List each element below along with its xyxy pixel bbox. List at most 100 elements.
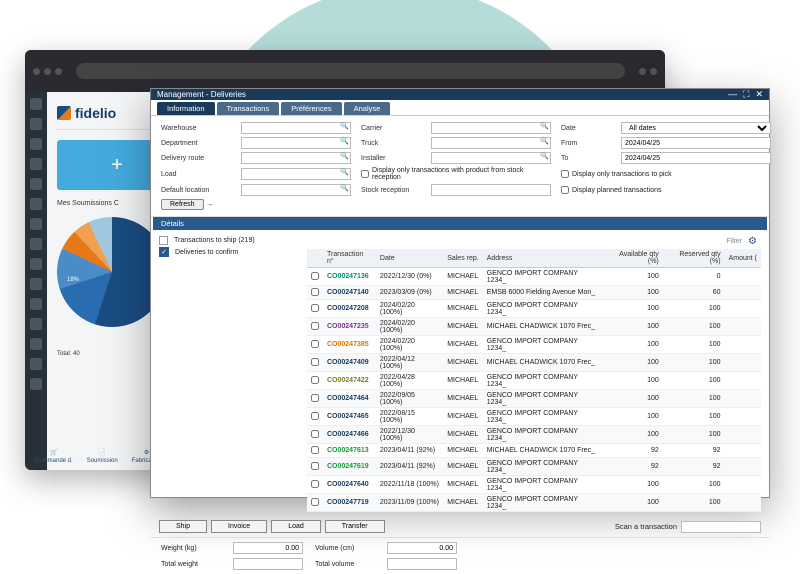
table-row[interactable]: CO002473852024/02/20 (100%)MICHAELGENCO … xyxy=(307,336,761,354)
invoice-button[interactable]: Invoice xyxy=(211,520,267,533)
table-row[interactable]: CO002472352024/02/20 (100%)MICHAELMICHAE… xyxy=(307,318,761,336)
arrow-icon: → xyxy=(206,199,214,208)
lbl-installer: Installer xyxy=(361,155,421,162)
col-header[interactable]: Address xyxy=(483,249,603,268)
volume-input[interactable] xyxy=(387,542,457,554)
tvolume-input[interactable] xyxy=(387,558,457,570)
close-icon[interactable]: ✕ xyxy=(755,89,763,100)
table-row[interactable]: CO002474652022/08/15 (100%)MICHAELGENCO … xyxy=(307,408,761,426)
left-icon-rail[interactable] xyxy=(25,92,47,470)
botnav-soumission[interactable]: 📄Soumission xyxy=(87,449,118,464)
row-checkbox[interactable] xyxy=(311,412,319,420)
load-input[interactable] xyxy=(241,168,351,180)
tab-preferences[interactable]: Préférences xyxy=(281,102,341,115)
warehouse-input[interactable] xyxy=(241,122,351,134)
installer-input[interactable] xyxy=(431,152,551,164)
col-header[interactable]: Amount ( xyxy=(725,249,761,268)
table-row[interactable]: CO002476132023/04/11 (92%)MICHAELMICHAEL… xyxy=(307,444,761,458)
grid-area: Filter ⚙ Transaction n°DateSales rep.Addr… xyxy=(307,234,761,512)
filter-panel: Warehouse Carrier Date All dates Departme… xyxy=(151,116,769,217)
deliveries-dialog: Management - Deliveries — ⛶ ✕ Information … xyxy=(150,88,770,498)
truck-input[interactable] xyxy=(431,137,551,149)
weight-input[interactable] xyxy=(233,542,303,554)
botnav-commande[interactable]: 🛒Commande d. xyxy=(47,449,73,464)
lbl-stockrecep: Stock reception xyxy=(361,187,421,194)
chk-planned[interactable] xyxy=(561,186,569,194)
chk-stock[interactable] xyxy=(361,170,369,178)
opt-confirm[interactable]: ✓Deliveries to confirm xyxy=(159,247,299,257)
opt-ship[interactable]: Transactions to ship (219) xyxy=(159,236,299,245)
table-row[interactable]: CO002476192023/04/11 (92%)MICHAELGENCO I… xyxy=(307,458,761,476)
table-row[interactable]: CO002474092022/04/12 (100%)MICHAELMICHAE… xyxy=(307,354,761,372)
row-checkbox[interactable] xyxy=(311,358,319,366)
table-row[interactable]: CO002477192023/11/09 (100%)MICHAELGENCO … xyxy=(307,494,761,512)
dialog-title: Management - Deliveries xyxy=(157,90,246,99)
row-checkbox[interactable] xyxy=(311,394,319,402)
carrier-input[interactable] xyxy=(431,122,551,134)
load-button[interactable]: Load xyxy=(271,520,321,533)
tab-analyse[interactable]: Analyse xyxy=(344,102,391,115)
maximize-icon[interactable]: ⛶ xyxy=(743,89,749,100)
row-checkbox[interactable] xyxy=(311,446,319,454)
gear-icon[interactable]: ⚙ xyxy=(748,236,757,247)
refresh-button[interactable]: Refresh xyxy=(161,199,204,210)
row-checkbox[interactable] xyxy=(311,340,319,348)
totals-panel: Weight (kg) Volume (cm) Total weight Tot… xyxy=(151,537,769,574)
col-header[interactable]: Date xyxy=(376,249,443,268)
browser-chrome xyxy=(25,50,665,92)
date-select[interactable]: All dates xyxy=(621,122,771,134)
table-row[interactable]: CO002471402023/03/09 (0%)MICHAELEMSB 600… xyxy=(307,286,761,300)
table-row[interactable]: CO002474222022/04/28 (100%)MICHAELGENCO … xyxy=(307,372,761,390)
transactions-table: Transaction n°DateSales rep.AddressAvail… xyxy=(307,249,761,512)
tab-information[interactable]: Information xyxy=(157,102,215,115)
row-checkbox[interactable] xyxy=(311,288,319,296)
dialog-titlebar[interactable]: Management - Deliveries — ⛶ ✕ xyxy=(151,89,769,100)
lbl-department: Department xyxy=(161,140,231,147)
lbl-date: Date xyxy=(561,125,611,132)
defaultloc-input[interactable] xyxy=(241,184,351,196)
col-header[interactable]: Transaction n° xyxy=(323,249,376,268)
col-header[interactable] xyxy=(307,249,323,268)
row-checkbox[interactable] xyxy=(311,304,319,312)
department-input[interactable] xyxy=(241,137,351,149)
col-header[interactable]: Available qty (%) xyxy=(603,249,663,268)
address-bar[interactable] xyxy=(76,63,625,79)
table-row[interactable]: CO002474642022/09/05 (100%)MICHAELGENCO … xyxy=(307,390,761,408)
bottom-nav: 🛒Commande d. 📄Soumission ⚙Fabrication xyxy=(47,449,161,464)
table-row[interactable]: CO002471362022/12/30 (0%)MICHAELGENCO IM… xyxy=(307,268,761,286)
table-row[interactable]: CO002472082024/02/20 (100%)MICHAELGENCO … xyxy=(307,300,761,318)
row-checkbox[interactable] xyxy=(311,480,319,488)
stockrecep-input[interactable] xyxy=(431,184,551,196)
table-row[interactable]: CO002476402022/11/18 (100%)MICHAELGENCO … xyxy=(307,476,761,494)
row-checkbox[interactable] xyxy=(311,322,319,330)
ship-button[interactable]: Ship xyxy=(159,520,207,533)
lbl-truck: Truck xyxy=(361,140,421,147)
row-checkbox[interactable] xyxy=(311,498,319,506)
from-input[interactable] xyxy=(621,137,771,149)
lbl-defaultloc: Default location xyxy=(161,187,231,194)
table-row[interactable]: CO002474662022/12/30 (100%)MICHAELGENCO … xyxy=(307,426,761,444)
minimize-icon[interactable]: — xyxy=(728,89,737,100)
tab-transactions[interactable]: Transactions xyxy=(217,102,280,115)
row-checkbox[interactable] xyxy=(311,376,319,384)
logo[interactable]: fidelio xyxy=(57,105,116,121)
row-checkbox[interactable] xyxy=(311,272,319,280)
action-bar: Ship Invoice Load Transfer Scan a transa… xyxy=(151,516,769,537)
lbl-load: Load xyxy=(161,171,231,178)
filter-label: Filter xyxy=(726,238,742,245)
scan-input[interactable] xyxy=(681,521,761,533)
tweight-input[interactable] xyxy=(233,558,303,570)
left-options: Transactions to ship (219) ✓Deliveries t… xyxy=(159,234,299,512)
lbl-route: Delivery route xyxy=(161,155,231,162)
row-checkbox[interactable] xyxy=(311,462,319,470)
col-header[interactable]: Reserved qty (%) xyxy=(663,249,725,268)
to-input[interactable] xyxy=(621,152,771,164)
lbl-warehouse: Warehouse xyxy=(161,125,231,132)
chk-pick[interactable] xyxy=(561,170,569,178)
route-input[interactable] xyxy=(241,152,351,164)
lbl-carrier: Carrier xyxy=(361,125,421,132)
transfer-button[interactable]: Transfer xyxy=(325,520,385,533)
col-header[interactable]: Sales rep. xyxy=(443,249,483,268)
dialog-tabs: Information Transactions Préférences Ana… xyxy=(151,100,769,116)
row-checkbox[interactable] xyxy=(311,430,319,438)
